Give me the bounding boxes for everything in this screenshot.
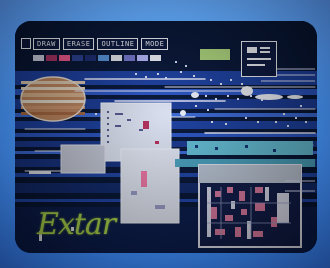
palette-swatch-5[interactable] bbox=[98, 55, 109, 61]
crt-screen: DRAW ERASE OUTLINE MODE Extar bbox=[15, 21, 317, 253]
tool-window[interactable] bbox=[241, 41, 277, 77]
menu-mode[interactable]: MODE bbox=[141, 38, 169, 50]
pattern-window bbox=[198, 164, 302, 248]
palette-swatch-4[interactable] bbox=[85, 55, 96, 61]
palette-swatch-7[interactable] bbox=[124, 55, 135, 61]
palette-swatch-8[interactable] bbox=[137, 55, 148, 61]
palette-swatch-2[interactable] bbox=[59, 55, 70, 61]
handwritten-script: Extar bbox=[37, 207, 116, 242]
tool-window-icon bbox=[247, 47, 271, 66]
gray-panel bbox=[61, 145, 105, 173]
menu-erase[interactable]: ERASE bbox=[62, 38, 95, 50]
palette-swatch-9[interactable] bbox=[150, 55, 161, 61]
palette-swatch-1[interactable] bbox=[46, 55, 57, 61]
white-panel-center bbox=[120, 148, 180, 224]
current-color-swatch[interactable] bbox=[200, 49, 230, 60]
striped-sphere bbox=[20, 76, 86, 122]
color-palette bbox=[33, 55, 161, 61]
menu-outline[interactable]: OUTLINE bbox=[97, 38, 139, 50]
close-box[interactable] bbox=[21, 38, 31, 49]
palette-swatch-0[interactable] bbox=[33, 55, 44, 61]
palette-swatch-6[interactable] bbox=[111, 55, 122, 61]
palette-swatch-3[interactable] bbox=[72, 55, 83, 61]
menu-draw[interactable]: DRAW bbox=[33, 38, 60, 50]
cyan-bar bbox=[187, 141, 313, 155]
menu-bar: DRAW ERASE OUTLINE MODE bbox=[33, 38, 169, 50]
